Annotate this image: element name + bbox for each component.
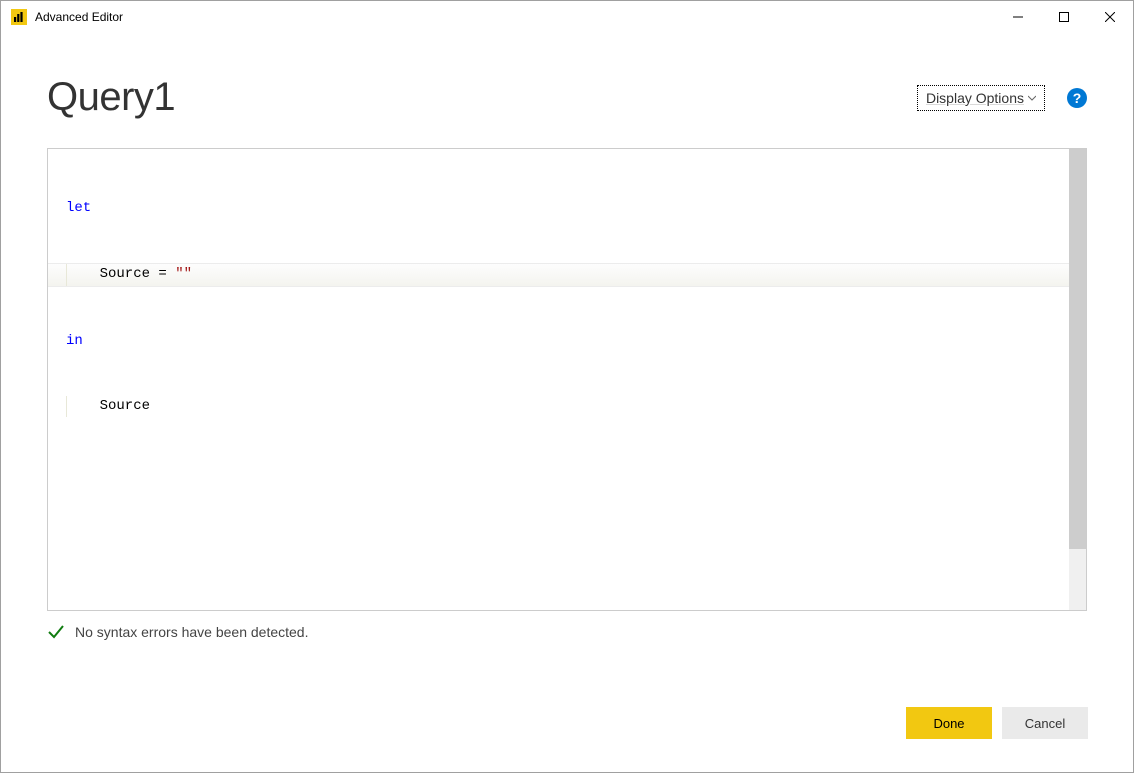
- maximize-button[interactable]: [1041, 1, 1087, 33]
- minimize-button[interactable]: [995, 1, 1041, 33]
- code-string: "": [175, 266, 192, 282]
- code-editor[interactable]: let Source = "" in Source: [48, 149, 1069, 610]
- page-title: Query1: [47, 75, 175, 120]
- status-message: No syntax errors have been detected.: [75, 624, 308, 640]
- close-button[interactable]: [1087, 1, 1133, 33]
- scrollbar-thumb[interactable]: [1069, 149, 1086, 549]
- footer-buttons: Done Cancel: [906, 707, 1088, 739]
- code-editor-frame: let Source = "" in Source: [47, 148, 1087, 611]
- app-icon: [11, 9, 27, 25]
- done-button[interactable]: Done: [906, 707, 992, 739]
- window-controls: [995, 1, 1133, 33]
- display-options-dropdown[interactable]: Display Options: [917, 85, 1045, 111]
- cancel-button[interactable]: Cancel: [1002, 707, 1088, 739]
- code-text: Source =: [66, 266, 175, 282]
- code-keyword-in: in: [66, 333, 83, 349]
- code-text: Source: [66, 398, 150, 414]
- vertical-scrollbar[interactable]: [1069, 149, 1086, 610]
- window-title: Advanced Editor: [35, 10, 995, 24]
- header-row: Query1 Display Options ?: [47, 75, 1087, 120]
- titlebar: Advanced Editor: [1, 1, 1133, 33]
- status-row: No syntax errors have been detected.: [47, 623, 1087, 641]
- help-icon[interactable]: ?: [1067, 88, 1087, 108]
- code-keyword-let: let: [66, 200, 91, 216]
- chevron-down-icon: [1028, 94, 1036, 102]
- display-options-label: Display Options: [926, 90, 1024, 106]
- check-icon: [47, 623, 65, 641]
